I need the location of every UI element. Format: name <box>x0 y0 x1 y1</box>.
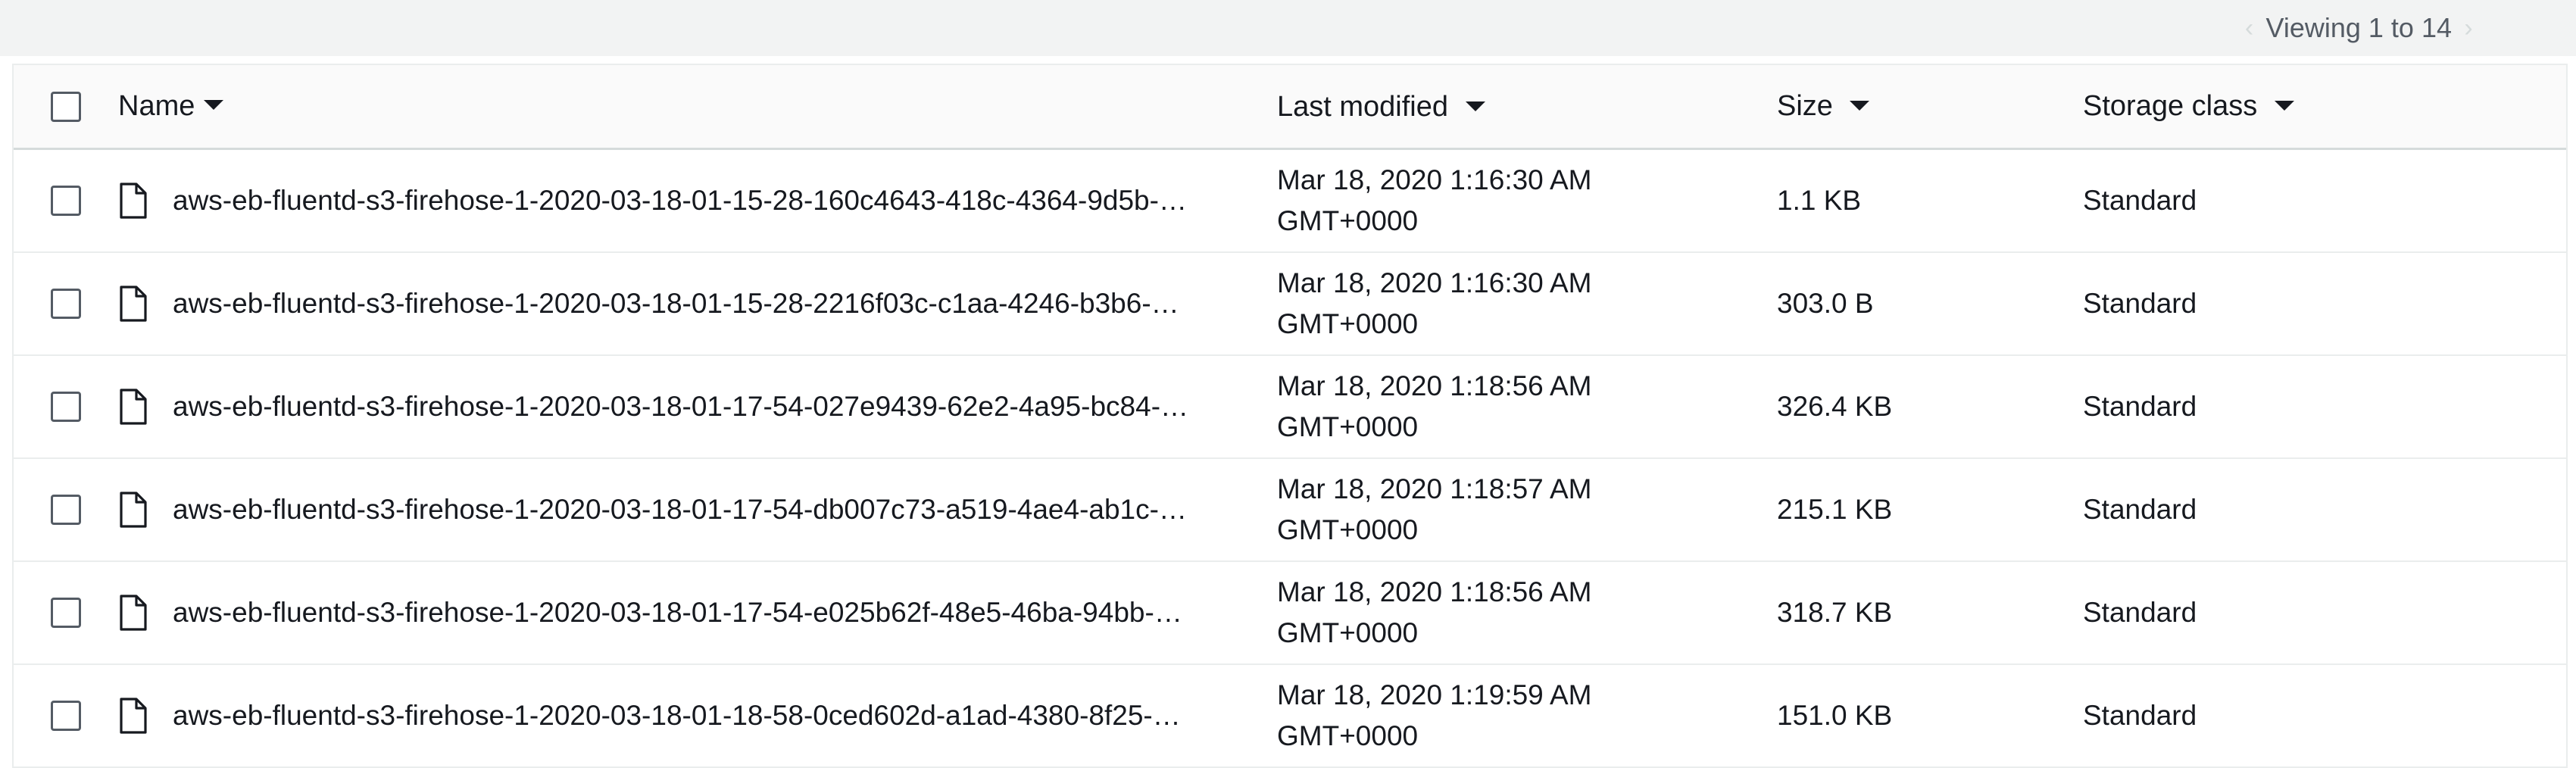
column-header-last-modified-label: Last modified <box>1277 90 1449 123</box>
last-modified-timezone: GMT+0000 <box>1277 411 1419 442</box>
objects-table: Name Last modified Size Storage class aw… <box>12 64 2568 768</box>
last-modified-date: Mar 18, 2020 1:16:30 AM <box>1277 164 1592 195</box>
object-name-link[interactable]: aws-eb-fluentd-s3-firehose-1-2020-03-18-… <box>173 494 1277 526</box>
chevron-left-icon[interactable]: ‹ <box>2232 14 2265 43</box>
size-cell: 215.1 KB <box>1777 494 1893 525</box>
last-modified-cell: Mar 18, 2020 1:16:30 AM GMT+0000 <box>1277 263 1777 345</box>
file-icon <box>120 286 147 322</box>
file-icon <box>120 492 147 528</box>
last-modified-timezone: GMT+0000 <box>1277 205 1419 236</box>
object-name-link[interactable]: aws-eb-fluentd-s3-firehose-1-2020-03-18-… <box>173 185 1277 217</box>
row-select-cell <box>14 598 118 628</box>
row-checkbox[interactable] <box>51 289 81 319</box>
last-modified-date: Mar 18, 2020 1:19:59 AM <box>1277 679 1592 710</box>
sort-caret-icon[interactable] <box>2274 101 2294 111</box>
chevron-right-icon[interactable]: › <box>2452 14 2485 43</box>
size-cell: 1.1 KB <box>1777 185 1862 216</box>
object-name-cell: aws-eb-fluentd-s3-firehose-1-2020-03-18-… <box>118 595 1277 631</box>
file-icon <box>120 389 147 425</box>
row-select-cell <box>14 495 118 525</box>
column-header-name-label: Name <box>118 90 195 122</box>
storage-class-cell: Standard <box>2083 700 2197 731</box>
last-modified-timezone: GMT+0000 <box>1277 514 1419 545</box>
row-checkbox[interactable] <box>51 392 81 422</box>
row-checkbox[interactable] <box>51 495 81 525</box>
table-row[interactable]: aws-eb-fluentd-s3-firehose-1-2020-03-18-… <box>14 459 2566 562</box>
storage-class-cell: Standard <box>2083 494 2197 525</box>
table-toolbar: ‹ Viewing 1 to 14 › <box>0 0 2576 56</box>
object-name-link[interactable]: aws-eb-fluentd-s3-firehose-1-2020-03-18-… <box>173 700 1277 732</box>
last-modified-cell: Mar 18, 2020 1:18:57 AM GMT+0000 <box>1277 469 1777 551</box>
pagination: ‹ Viewing 1 to 14 › <box>2232 0 2576 56</box>
pagination-label: Viewing 1 to 14 <box>2265 12 2452 43</box>
size-cell: 151.0 KB <box>1777 700 1893 731</box>
object-name-link[interactable]: aws-eb-fluentd-s3-firehose-1-2020-03-18-… <box>173 288 1277 320</box>
last-modified-cell: Mar 18, 2020 1:18:56 AM GMT+0000 <box>1277 572 1777 654</box>
select-all-cell <box>14 91 118 122</box>
column-header-size[interactable]: Size <box>1777 90 2083 123</box>
row-select-cell <box>14 392 118 422</box>
sort-caret-icon[interactable] <box>204 100 224 110</box>
row-select-cell <box>14 186 118 216</box>
object-name-cell: aws-eb-fluentd-s3-firehose-1-2020-03-18-… <box>118 286 1277 322</box>
last-modified-date: Mar 18, 2020 1:18:56 AM <box>1277 370 1592 401</box>
table-row[interactable]: aws-eb-fluentd-s3-firehose-1-2020-03-18-… <box>14 562 2566 665</box>
column-header-name[interactable]: Name <box>118 90 1277 123</box>
column-header-storage-class[interactable]: Storage class <box>2083 90 2566 123</box>
size-cell: 326.4 KB <box>1777 391 1893 422</box>
table-row[interactable]: aws-eb-fluentd-s3-firehose-1-2020-03-18-… <box>14 356 2566 459</box>
storage-class-cell: Standard <box>2083 288 2197 319</box>
object-name-cell: aws-eb-fluentd-s3-firehose-1-2020-03-18-… <box>118 492 1277 528</box>
storage-class-cell: Standard <box>2083 185 2197 216</box>
column-header-last-modified[interactable]: Last modified <box>1277 86 1777 127</box>
column-header-storage-class-label: Storage class <box>2083 90 2258 122</box>
last-modified-timezone: GMT+0000 <box>1277 720 1419 751</box>
last-modified-cell: Mar 18, 2020 1:19:59 AM GMT+0000 <box>1277 675 1777 757</box>
last-modified-cell: Mar 18, 2020 1:16:30 AM GMT+0000 <box>1277 160 1777 242</box>
table-row[interactable]: aws-eb-fluentd-s3-firehose-1-2020-03-18-… <box>14 150 2566 253</box>
object-name-cell: aws-eb-fluentd-s3-firehose-1-2020-03-18-… <box>118 389 1277 425</box>
object-name-link[interactable]: aws-eb-fluentd-s3-firehose-1-2020-03-18-… <box>173 597 1277 629</box>
last-modified-date: Mar 18, 2020 1:18:57 AM <box>1277 473 1592 504</box>
sort-caret-icon[interactable] <box>1850 101 1870 111</box>
select-all-checkbox[interactable] <box>51 91 81 122</box>
sort-caret-icon[interactable] <box>1465 101 1485 111</box>
row-checkbox[interactable] <box>51 186 81 216</box>
last-modified-cell: Mar 18, 2020 1:18:56 AM GMT+0000 <box>1277 366 1777 448</box>
object-name-cell: aws-eb-fluentd-s3-firehose-1-2020-03-18-… <box>118 698 1277 734</box>
storage-class-cell: Standard <box>2083 391 2197 422</box>
file-icon <box>120 183 147 219</box>
row-checkbox[interactable] <box>51 598 81 628</box>
column-header-size-label: Size <box>1777 90 1833 122</box>
table-row[interactable]: aws-eb-fluentd-s3-firehose-1-2020-03-18-… <box>14 253 2566 356</box>
last-modified-date: Mar 18, 2020 1:16:30 AM <box>1277 267 1592 298</box>
object-name-cell: aws-eb-fluentd-s3-firehose-1-2020-03-18-… <box>118 183 1277 219</box>
last-modified-timezone: GMT+0000 <box>1277 308 1419 339</box>
row-checkbox[interactable] <box>51 701 81 731</box>
size-cell: 318.7 KB <box>1777 597 1893 628</box>
last-modified-timezone: GMT+0000 <box>1277 617 1419 648</box>
storage-class-cell: Standard <box>2083 597 2197 628</box>
table-row[interactable]: aws-eb-fluentd-s3-firehose-1-2020-03-18-… <box>14 665 2566 768</box>
object-name-link[interactable]: aws-eb-fluentd-s3-firehose-1-2020-03-18-… <box>173 391 1277 423</box>
file-icon <box>120 698 147 734</box>
file-icon <box>120 595 147 631</box>
row-select-cell <box>14 289 118 319</box>
table-header: Name Last modified Size Storage class <box>14 64 2566 150</box>
size-cell: 303.0 B <box>1777 288 1874 319</box>
row-select-cell <box>14 701 118 731</box>
last-modified-date: Mar 18, 2020 1:18:56 AM <box>1277 576 1592 607</box>
